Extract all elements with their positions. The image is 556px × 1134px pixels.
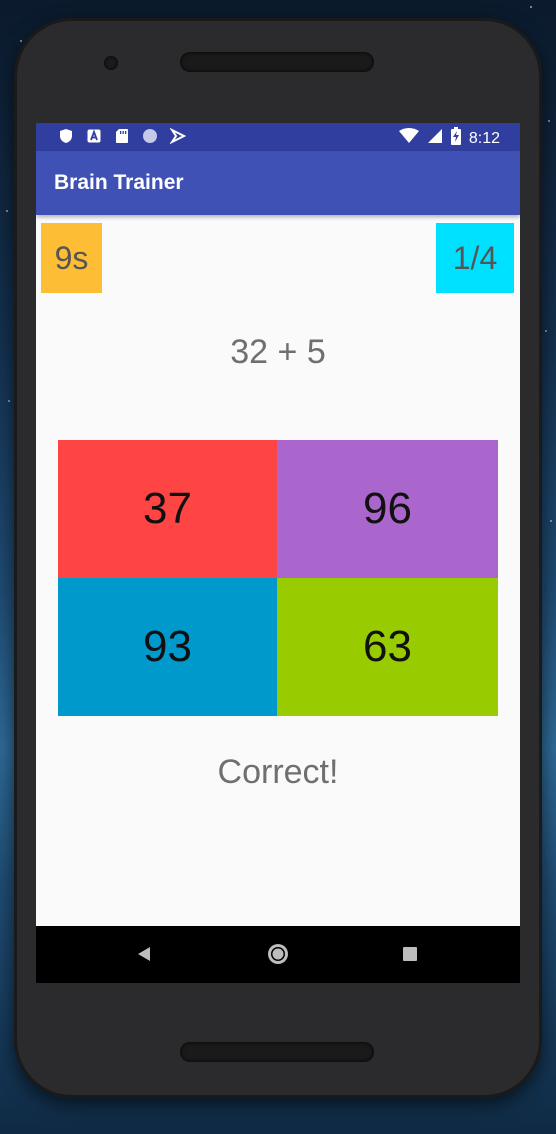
phone-frame: 8:12 Brain Trainer 9s 1/4 32 + 5 37 96 9…: [14, 18, 542, 1098]
recents-icon[interactable]: [396, 940, 424, 968]
answer-grid: 37 96 93 63: [58, 440, 498, 716]
front-camera: [104, 56, 118, 70]
answer-button-3[interactable]: 93: [58, 578, 277, 716]
cell-signal-icon: [427, 128, 443, 149]
bottom-speaker: [180, 1042, 374, 1062]
result-text: Correct!: [217, 753, 339, 791]
navigation-bar: [36, 926, 520, 983]
home-icon[interactable]: [264, 940, 292, 968]
battery-charging-icon: [450, 127, 461, 150]
app-screen: 8:12 Brain Trainer 9s 1/4 32 + 5 37 96 9…: [36, 123, 520, 983]
earpiece-speaker: [180, 52, 374, 72]
play-protect-icon: [169, 127, 187, 148]
sd-card-icon: [114, 128, 130, 148]
score-badge: 1/4: [436, 223, 514, 293]
app-toolbar: Brain Trainer: [36, 151, 520, 215]
answer-button-2[interactable]: 96: [277, 440, 498, 578]
wifi-icon: [398, 128, 419, 149]
shield-icon: [58, 128, 74, 148]
question-text: 32 + 5: [230, 333, 326, 371]
timer-badge: 9s: [41, 223, 102, 293]
clock: 8:12: [468, 129, 500, 147]
answer-button-1[interactable]: 37: [58, 440, 277, 578]
back-icon[interactable]: [130, 940, 158, 968]
circle-icon: [142, 128, 158, 148]
status-bar: 8:12: [36, 123, 520, 151]
app-title: Brain Trainer: [54, 171, 184, 194]
a-notification-icon: [86, 128, 102, 148]
answer-button-4[interactable]: 63: [277, 578, 498, 716]
